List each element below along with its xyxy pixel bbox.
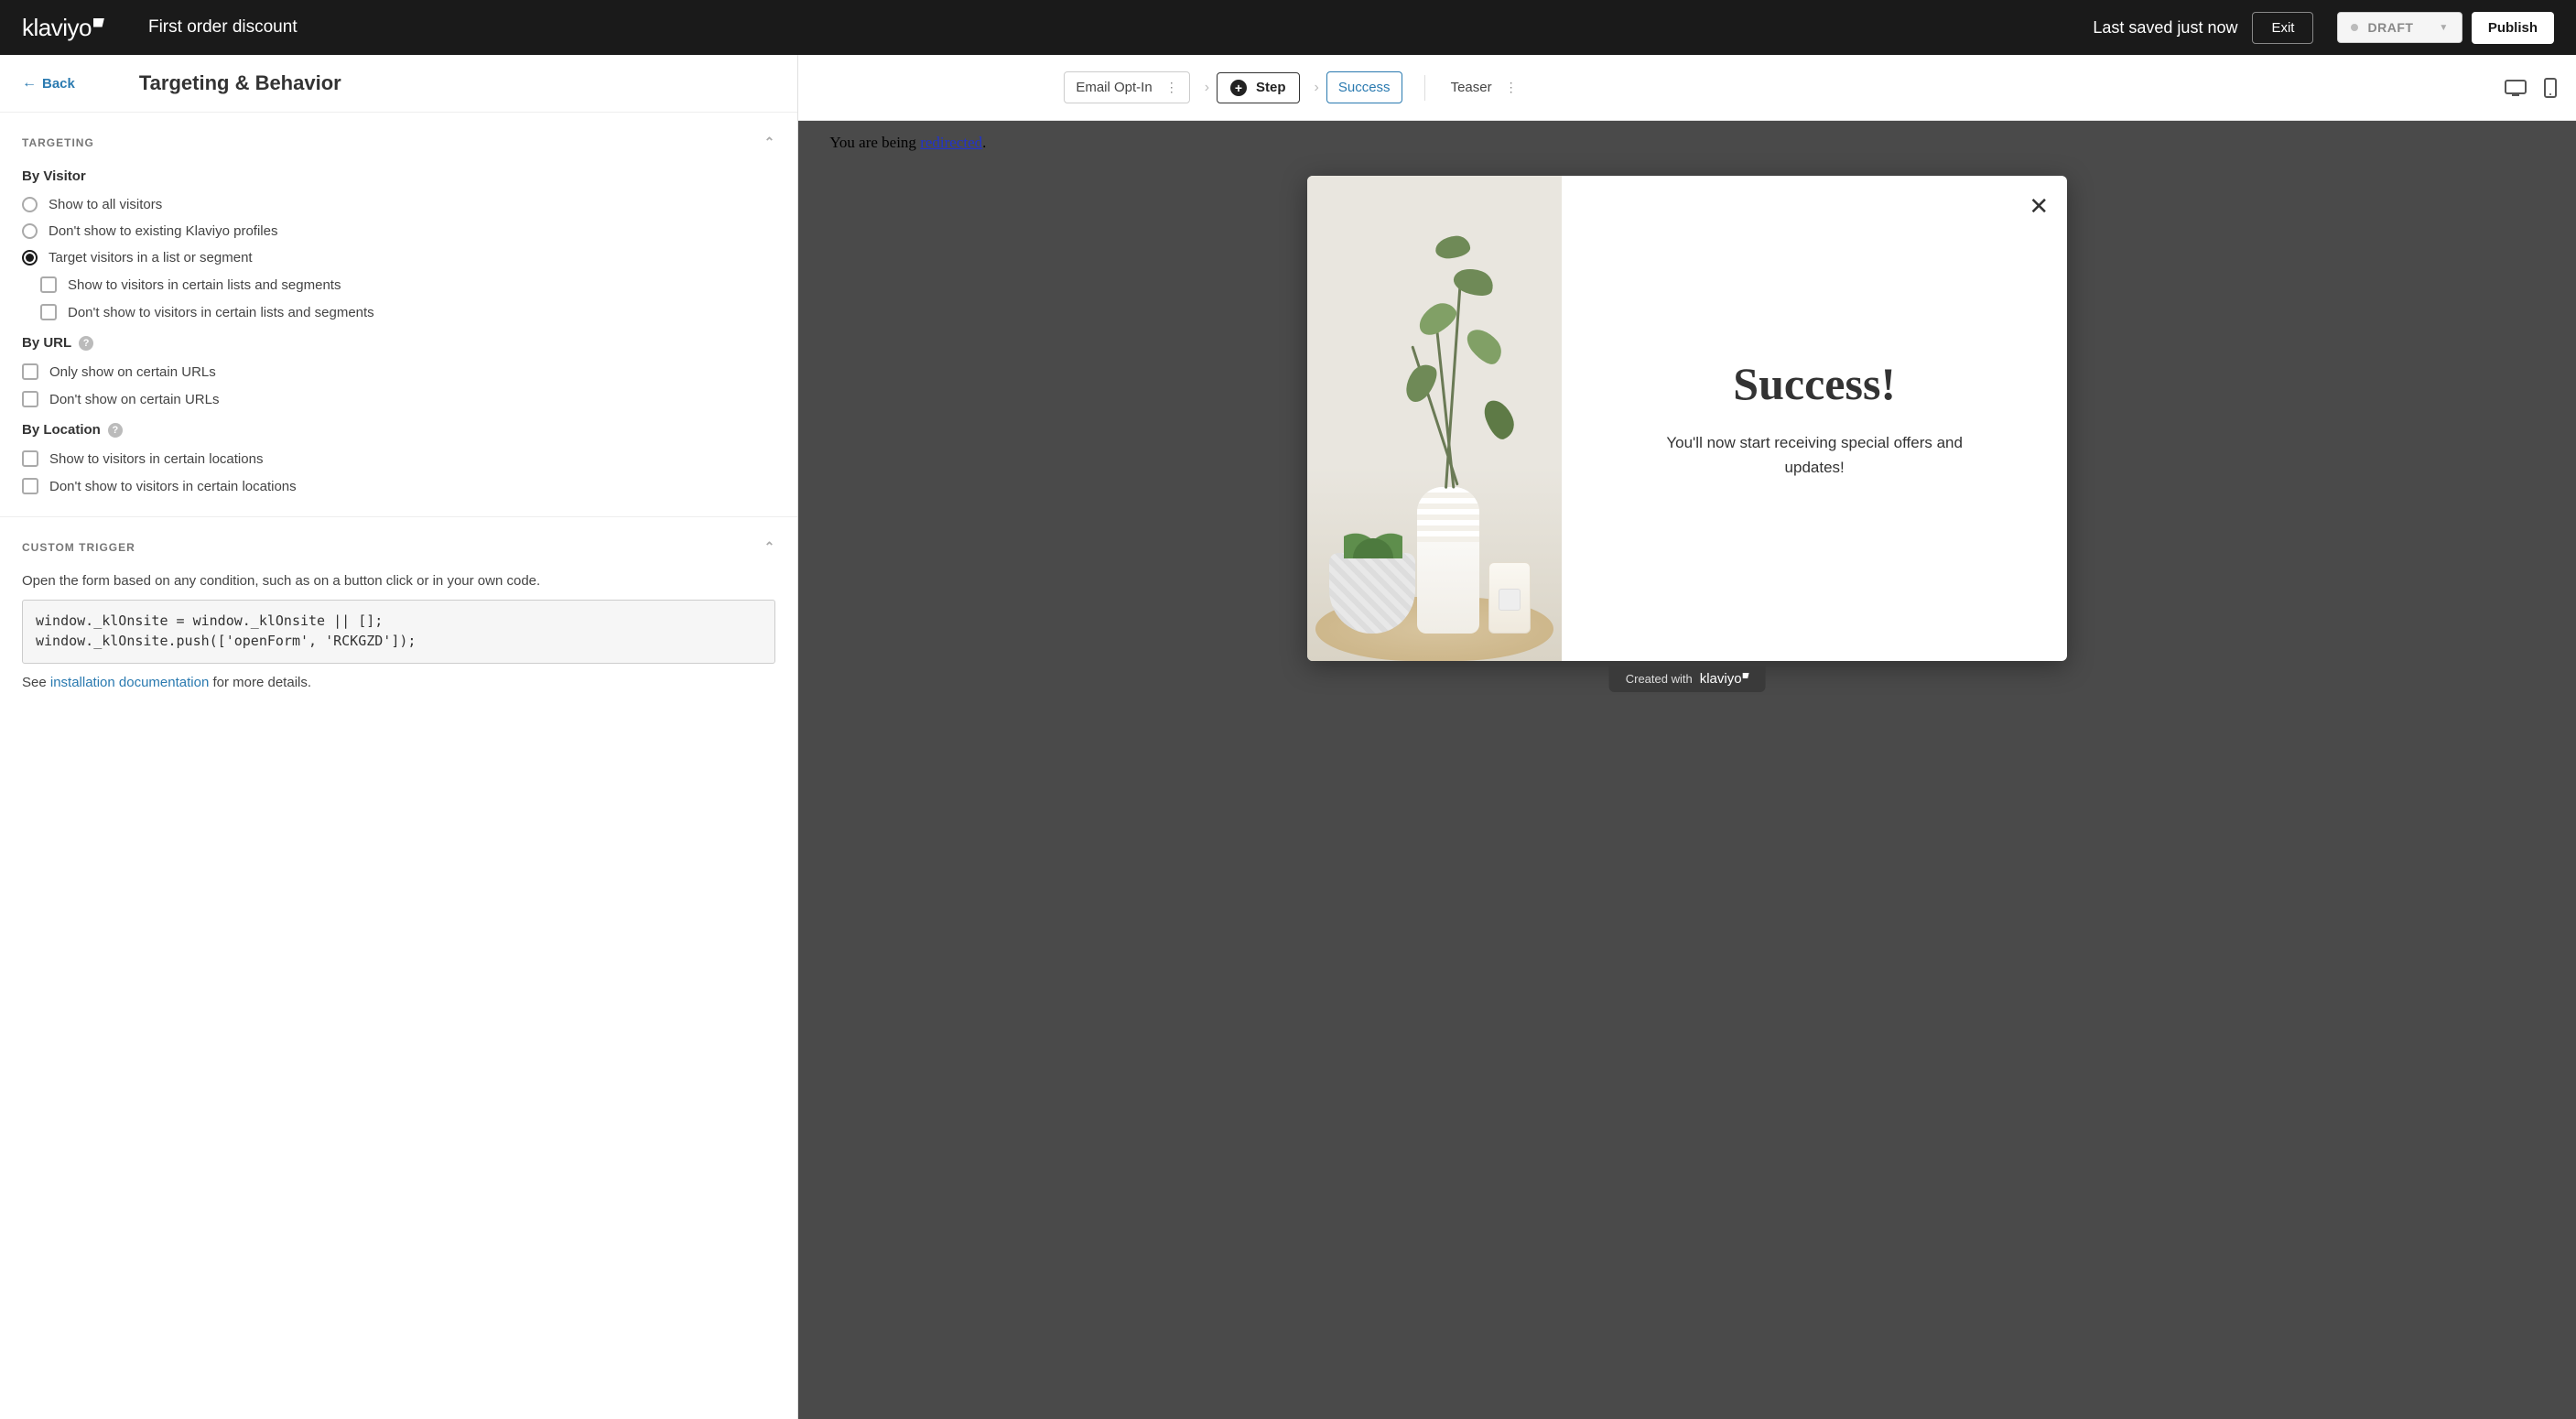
- back-label: Back: [42, 76, 75, 92]
- redirect-suffix: .: [982, 134, 986, 151]
- redirect-prefix: You are being: [829, 134, 920, 151]
- desktop-icon[interactable]: [2505, 80, 2527, 96]
- custom-trigger-section-toggle[interactable]: CUSTOM TRIGGER ⌃: [0, 517, 797, 564]
- checkbox-label: Show to visitors in certain lists and se…: [68, 277, 341, 293]
- custom-trigger-code[interactable]: window._klOnsite = window._klOnsite || […: [22, 600, 775, 664]
- popup-title: Success!: [1733, 357, 1896, 410]
- by-location-label: By Location ?: [0, 413, 797, 445]
- checkbox-icon: [40, 304, 57, 320]
- credit-prefix: Created with: [1626, 672, 1693, 686]
- checkbox-label: Don't show to visitors in certain locati…: [49, 479, 297, 494]
- by-url-label: By URL ?: [0, 326, 797, 358]
- kebab-icon[interactable]: ⋮: [1505, 85, 1518, 91]
- checkbox-label: Show to visitors in certain locations: [49, 451, 263, 467]
- checkbox-icon: [22, 391, 38, 407]
- checkbox-show-certain-lists[interactable]: Show to visitors in certain lists and se…: [0, 271, 797, 298]
- chevron-right-icon: ›: [1315, 80, 1319, 96]
- panel-title: Targeting & Behavior: [139, 71, 341, 95]
- checkbox-show-certain-locations[interactable]: Show to visitors in certain locations: [0, 445, 797, 472]
- doc-link[interactable]: installation documentation: [50, 675, 209, 690]
- back-link[interactable]: ← Back: [22, 75, 75, 92]
- chevron-right-icon: ›: [1205, 80, 1209, 96]
- step-bar: Email Opt-In ⋮ › + Step › Success Teaser…: [798, 55, 2576, 121]
- checkbox-hide-certain-locations[interactable]: Don't show to visitors in certain locati…: [0, 472, 797, 500]
- step-label: Success: [1338, 80, 1391, 95]
- sidebar-header: ← Back Targeting & Behavior: [0, 55, 797, 113]
- radio-icon: [22, 197, 38, 212]
- mobile-icon[interactable]: [2543, 78, 2558, 98]
- add-step-label: Step: [1256, 80, 1286, 95]
- checkbox-hide-certain-lists[interactable]: Don't show to visitors in certain lists …: [0, 298, 797, 326]
- help-icon[interactable]: ?: [79, 336, 93, 351]
- checkbox-label: Don't show on certain URLs: [49, 392, 219, 407]
- radio-show-all-visitors[interactable]: Show to all visitors: [0, 191, 797, 218]
- publish-button[interactable]: Publish: [2472, 12, 2554, 44]
- exit-button[interactable]: Exit: [2252, 12, 2313, 44]
- popup-body: ✕ Success! You'll now start receiving sp…: [1562, 176, 2067, 661]
- step-label: Email Opt-In: [1076, 80, 1152, 95]
- arrow-left-icon: ←: [22, 75, 37, 92]
- credit-brand-logo: klaviyo: [1700, 671, 1749, 687]
- last-saved-text: Last saved just now: [2093, 18, 2237, 38]
- credit-brand-text: klaviyo: [1700, 671, 1742, 687]
- radio-label: Don't show to existing Klaviyo profiles: [49, 223, 277, 239]
- radio-hide-existing-profiles[interactable]: Don't show to existing Klaviyo profiles: [0, 218, 797, 244]
- step-divider: [1424, 75, 1425, 101]
- doc-line: See installation documentation for more …: [0, 664, 797, 690]
- radio-icon: [22, 223, 38, 239]
- status-dot-icon: [2351, 24, 2358, 31]
- radio-icon: [22, 250, 38, 265]
- checkbox-label: Don't show to visitors in certain lists …: [68, 305, 374, 320]
- caret-down-icon: ▼: [2439, 23, 2448, 33]
- checkbox-only-certain-urls[interactable]: Only show on certain URLs: [0, 358, 797, 385]
- by-location-text: By Location: [22, 422, 101, 438]
- radio-label: Target visitors in a list or segment: [49, 250, 253, 265]
- checkbox-icon: [22, 478, 38, 494]
- help-icon[interactable]: ?: [108, 423, 123, 438]
- checkbox-icon: [22, 363, 38, 380]
- checkbox-label: Only show on certain URLs: [49, 364, 216, 380]
- popup-subtitle: You'll now start receiving special offer…: [1640, 430, 1988, 480]
- step-success[interactable]: Success: [1326, 71, 1402, 103]
- chevron-up-icon: ⌃: [764, 539, 776, 555]
- sidebar: ← Back Targeting & Behavior TARGETING ⌃ …: [0, 55, 798, 1419]
- by-url-text: By URL: [22, 335, 71, 351]
- by-visitor-label: By Visitor: [0, 159, 797, 191]
- brand-logo: klaviyo: [22, 14, 104, 42]
- popup-image: [1307, 176, 1562, 661]
- custom-trigger-description: Open the form based on any condition, su…: [0, 564, 797, 600]
- checkbox-icon: [40, 276, 57, 293]
- redirect-link[interactable]: redirected: [920, 134, 982, 151]
- doc-suffix: for more details.: [209, 675, 311, 690]
- topbar: klaviyo First order discount Last saved …: [0, 0, 2576, 55]
- status-label: DRAFT: [2367, 20, 2413, 35]
- close-icon[interactable]: ✕: [2029, 192, 2049, 221]
- custom-trigger-section-label: CUSTOM TRIGGER: [22, 541, 135, 554]
- step-email-optin[interactable]: Email Opt-In ⋮: [1064, 71, 1189, 103]
- popup-preview: ✕ Success! You'll now start receiving sp…: [1307, 176, 2067, 661]
- checkbox-icon: [22, 450, 38, 467]
- step-teaser[interactable]: Teaser ⋮: [1440, 72, 1529, 103]
- targeting-section-label: TARGETING: [22, 136, 94, 149]
- preview-canvas: You are being redirected. ✕ Succe: [798, 121, 2576, 1419]
- redirect-text: You are being redirected.: [829, 134, 986, 152]
- popup-credit: Created with klaviyo: [1609, 666, 1766, 692]
- chevron-up-icon: ⌃: [764, 135, 776, 150]
- brand-mark-icon: [1743, 673, 1749, 678]
- radio-target-list-segment[interactable]: Target visitors in a list or segment: [0, 244, 797, 271]
- add-step-button[interactable]: + Step: [1217, 72, 1300, 103]
- kebab-icon[interactable]: ⋮: [1165, 85, 1178, 91]
- plus-circle-icon: +: [1230, 80, 1247, 96]
- checkbox-hide-certain-urls[interactable]: Don't show on certain URLs: [0, 385, 797, 413]
- doc-prefix: See: [22, 675, 50, 690]
- radio-label: Show to all visitors: [49, 197, 162, 212]
- step-label: Teaser: [1451, 80, 1492, 95]
- targeting-section-toggle[interactable]: TARGETING ⌃: [0, 113, 797, 159]
- brand-mark-icon: [93, 18, 104, 27]
- form-title: First order discount: [148, 17, 298, 38]
- status-dropdown[interactable]: DRAFT ▼: [2337, 12, 2462, 43]
- brand-text: klaviyo: [22, 14, 92, 42]
